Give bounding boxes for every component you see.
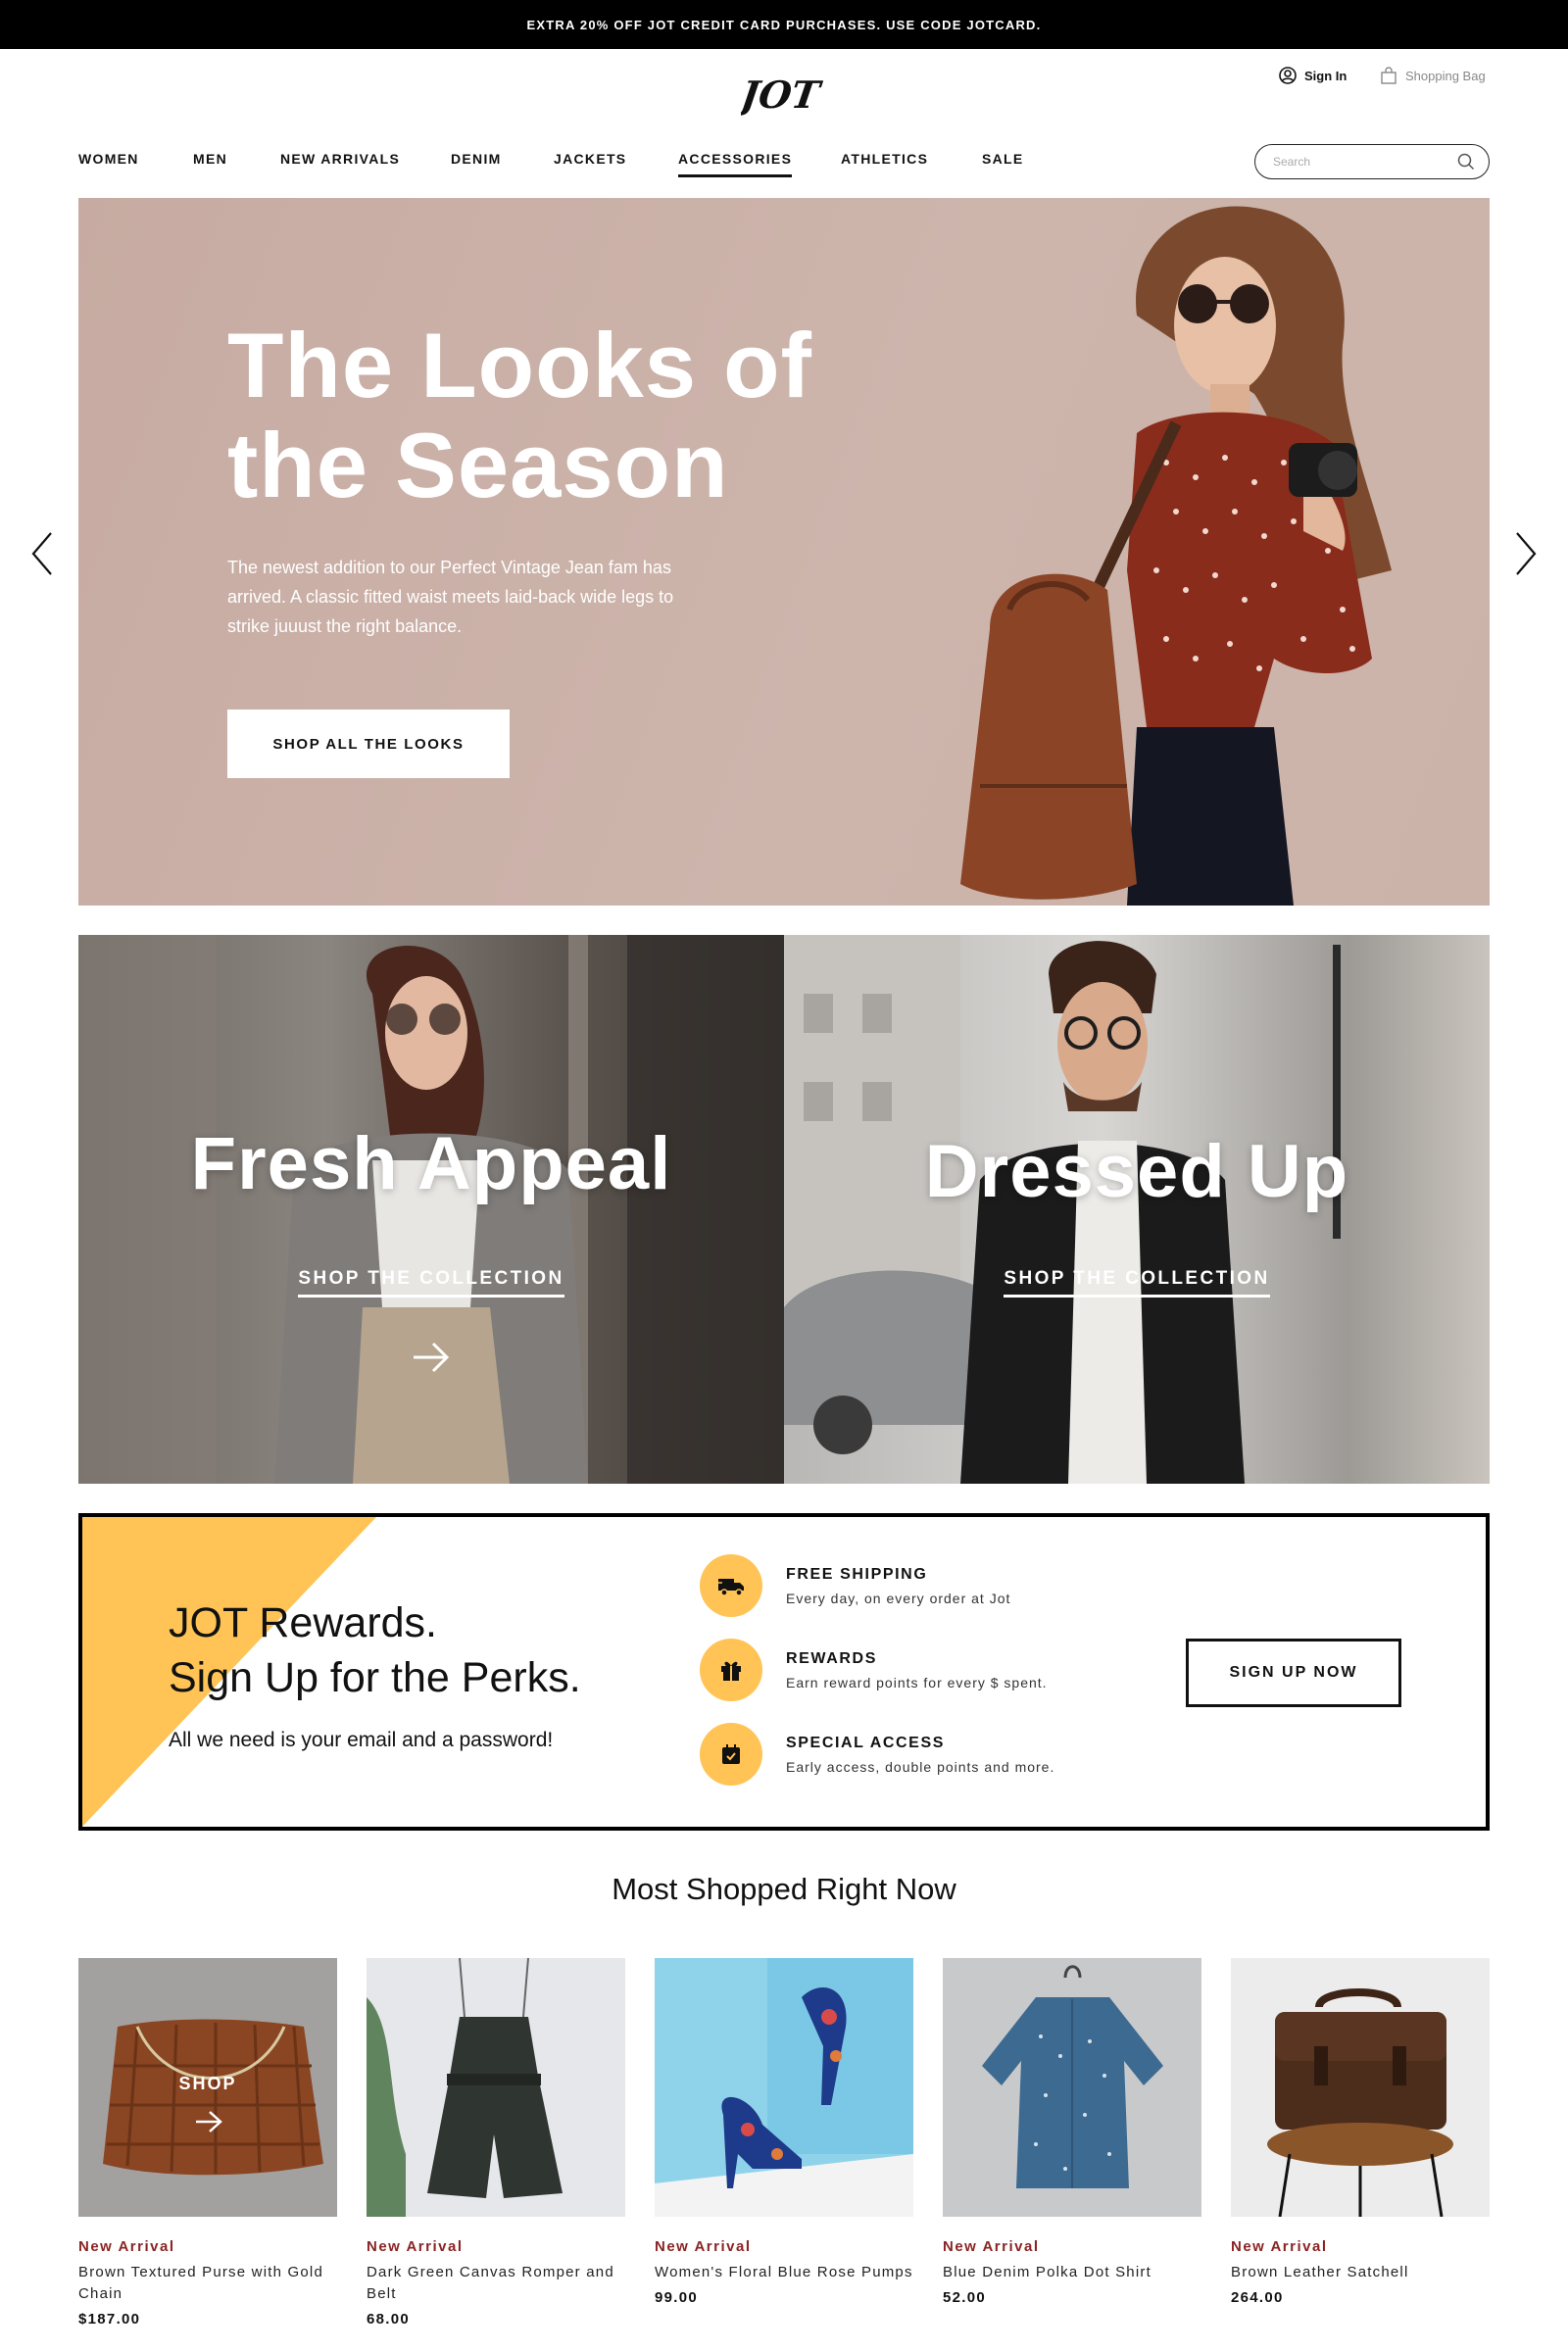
product-image-pumps[interactable] <box>655 1958 913 2217</box>
fresh-appeal-shop-link[interactable]: SHOP THE COLLECTION <box>78 1268 784 1298</box>
collection-tile-dressed-up[interactable]: Dressed Up SHOP THE COLLECTION <box>784 935 1490 1484</box>
shopping-bag-label: Shopping Bag <box>1405 68 1486 83</box>
product-price: 99.00 <box>655 2289 699 2306</box>
carousel-prev-icon[interactable] <box>27 529 57 578</box>
sign-in-label: Sign In <box>1304 68 1348 83</box>
perk-special-access: SPECIAL ACCESS Early access, double poin… <box>700 1723 1054 1786</box>
perk-free-shipping: FREE SHIPPING Every day, on every order … <box>700 1554 1010 1617</box>
dressed-up-shop-label: SHOP THE COLLECTION <box>1004 1268 1270 1298</box>
product-tag: New Arrival <box>1231 2238 1328 2255</box>
dressed-up-shop-link[interactable]: SHOP THE COLLECTION <box>784 1268 1490 1298</box>
product-tag: New Arrival <box>943 2238 1040 2255</box>
product-card[interactable]: New Arrival Brown Leather Satchell 264.0… <box>1231 1958 1490 2306</box>
product-tag: New Arrival <box>78 2238 175 2255</box>
rewards-subtitle: All we need is your email and a password… <box>169 1729 554 1751</box>
shopping-bag-link[interactable]: Shopping Bag <box>1380 67 1486 84</box>
user-icon <box>1279 67 1297 84</box>
product-name[interactable]: Dark Green Canvas Romper and Belt <box>367 2262 625 2305</box>
rewards-title-line1: JOT Rewards. <box>169 1599 437 1646</box>
pumps-image <box>655 1958 913 2217</box>
nav-item-men[interactable]: MEN <box>193 151 227 167</box>
nav-item-denim[interactable]: DENIM <box>451 151 502 167</box>
hero-title: The Looks of the Season <box>227 314 812 516</box>
perk-rewards: REWARDS Earn reward points for every $ s… <box>700 1639 1048 1701</box>
nav-item-jackets[interactable]: JACKETS <box>554 151 626 167</box>
romper-image <box>367 1958 625 2217</box>
search-icon[interactable] <box>1457 153 1475 171</box>
collection-tile-fresh-appeal[interactable]: Fresh Appeal SHOP THE COLLECTION <box>78 935 784 1484</box>
gift-icon <box>700 1639 762 1701</box>
nav-item-women[interactable]: WOMEN <box>78 151 139 167</box>
hero-model-image <box>960 206 1392 906</box>
sign-up-now-button[interactable]: SIGN UP NOW <box>1186 1639 1401 1707</box>
product-card[interactable]: New Arrival Women's Floral Blue Rose Pum… <box>655 1958 913 2306</box>
hero-banner: The Looks of the Season The newest addit… <box>78 198 1490 906</box>
satchell-image <box>1231 1958 1490 2217</box>
dressed-up-title: Dressed Up <box>924 1130 1349 1213</box>
rewards-title-line2: Sign Up for the Perks. <box>169 1654 581 1701</box>
shop-all-looks-button[interactable]: SHOP ALL THE LOOKS <box>227 710 510 778</box>
rewards-panel: JOT Rewards. Sign Up for the Perks. All … <box>78 1513 1490 1831</box>
calendar-icon <box>700 1723 762 1786</box>
perk-description: Earn reward points for every $ spent. <box>786 1674 1048 1690</box>
shop-overlay-label[interactable]: SHOP <box>78 2074 337 2094</box>
fresh-appeal-title: Fresh Appeal <box>190 1122 672 1205</box>
sign-in-link[interactable]: Sign In <box>1279 67 1347 84</box>
product-card[interactable]: New Arrival Dark Green Canvas Romper and… <box>367 1958 625 2328</box>
bag-icon <box>1381 67 1396 84</box>
product-card[interactable]: New Arrival Blue Denim Polka Dot Shirt 5… <box>943 1958 1201 2306</box>
product-price: 52.00 <box>943 2289 987 2306</box>
product-name[interactable]: Blue Denim Polka Dot Shirt <box>943 2262 1201 2283</box>
jot-logo[interactable]: JOT <box>732 71 829 120</box>
shirt-image <box>943 1958 1201 2217</box>
product-image-purse[interactable]: SHOP <box>78 1958 337 2217</box>
arrow-right-icon[interactable] <box>412 1341 451 1374</box>
logo-text: JOT <box>741 74 824 118</box>
product-name[interactable]: Women's Floral Blue Rose Pumps <box>655 2262 913 2283</box>
product-price: 264.00 <box>1231 2289 1284 2306</box>
perk-title: SPECIAL ACCESS <box>786 1734 945 1751</box>
fresh-appeal-shop-label: SHOP THE COLLECTION <box>298 1268 564 1298</box>
nav-item-athletics[interactable]: ATHLETICS <box>841 151 928 167</box>
product-price: $187.00 <box>78 2311 141 2328</box>
product-image-shirt[interactable] <box>943 1958 1201 2217</box>
section-title: Most Shopped Right Now <box>612 1872 956 1906</box>
product-name[interactable]: Brown Textured Purse with Gold Chain <box>78 2262 337 2305</box>
carousel-next-icon[interactable] <box>1511 529 1541 578</box>
perk-description: Early access, double points and more. <box>786 1758 1055 1775</box>
search-input[interactable] <box>1273 155 1457 169</box>
product-price: 68.00 <box>367 2311 411 2328</box>
product-tag: New Arrival <box>655 2238 752 2255</box>
perk-description: Every day, on every order at Jot <box>786 1590 1011 1606</box>
perk-title: REWARDS <box>786 1649 877 1667</box>
promo-banner: EXTRA 20% OFF JOT CREDIT CARD PURCHASES.… <box>0 0 1568 49</box>
rewards-title: JOT Rewards. Sign Up for the Perks. <box>169 1595 581 1705</box>
search-box <box>1254 144 1490 179</box>
nav-item-new-arrivals[interactable]: NEW ARRIVALS <box>280 151 400 167</box>
product-image-romper[interactable] <box>367 1958 625 2217</box>
product-tag: New Arrival <box>367 2238 464 2255</box>
nav-item-sale[interactable]: SALE <box>982 151 1024 167</box>
truck-icon <box>700 1554 762 1617</box>
arrow-right-icon[interactable] <box>194 2109 223 2134</box>
nav-item-accessories[interactable]: ACCESSORIES <box>678 151 793 177</box>
perk-title: FREE SHIPPING <box>786 1565 928 1583</box>
product-image-satchell[interactable] <box>1231 1958 1490 2217</box>
fresh-appeal-model-image <box>78 935 784 1484</box>
product-name[interactable]: Brown Leather Satchell <box>1231 2262 1490 2283</box>
hero-description: The newest addition to our Perfect Vinta… <box>227 558 674 636</box>
promo-text: EXTRA 20% OFF JOT CREDIT CARD PURCHASES.… <box>526 17 1042 32</box>
product-card[interactable]: SHOP New Arrival Brown Textured Purse wi… <box>78 1958 337 2328</box>
